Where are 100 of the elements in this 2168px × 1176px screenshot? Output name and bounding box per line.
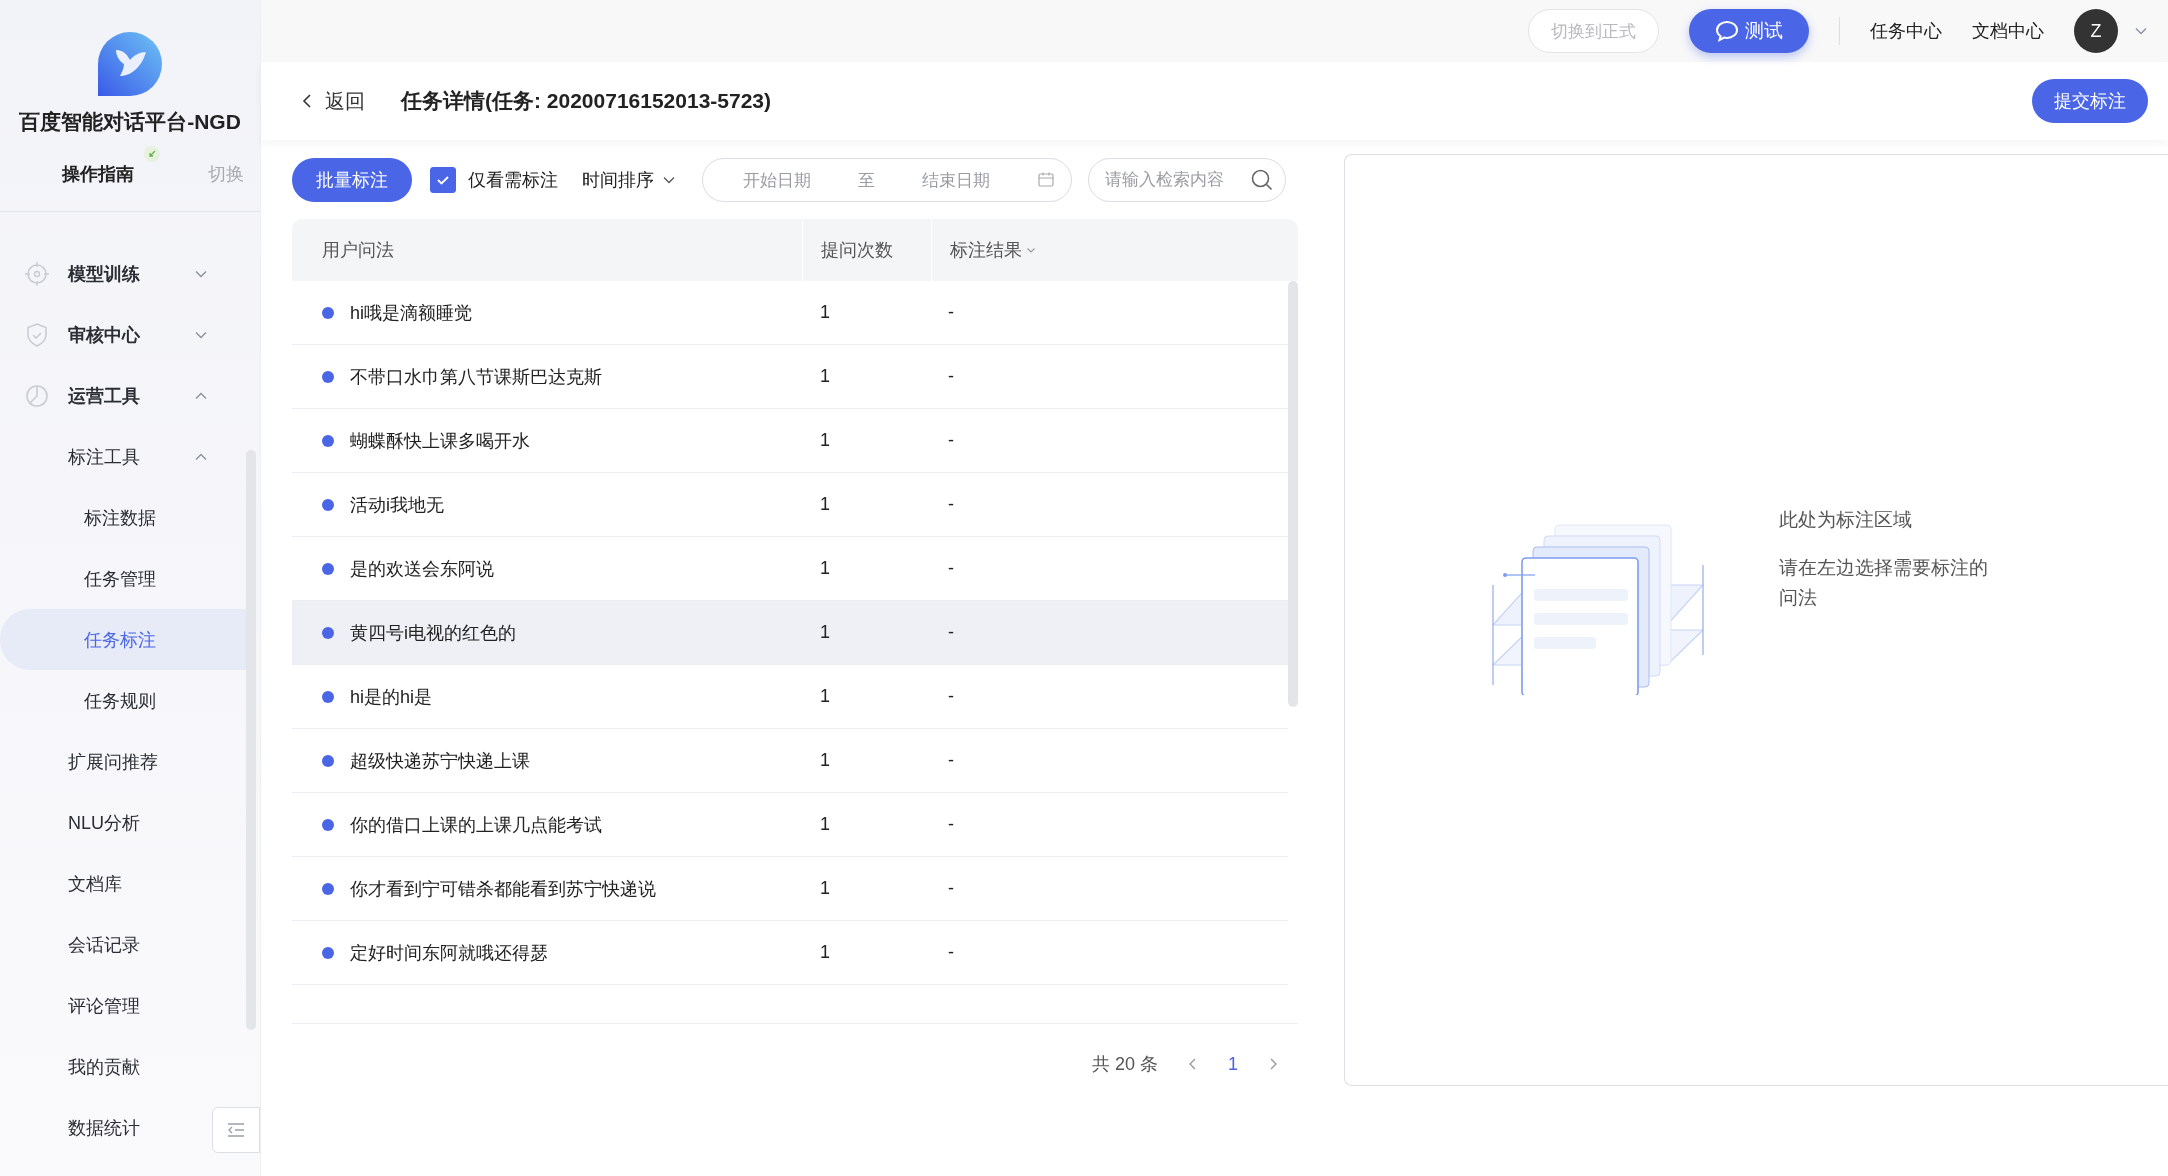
sidebar-item[interactable]: 文档库 (0, 853, 212, 914)
table-row[interactable]: 蝴蝶酥快上课多喝开水 1 - (292, 409, 1288, 473)
status-dot (322, 562, 334, 575)
nav-link[interactable]: 任务中心 (1870, 19, 1942, 43)
total-count: 共 20 条 (1091, 1053, 1158, 1076)
table-cell-text: 黄四号i电视的红色的 (350, 621, 516, 645)
table-cell: 1 (820, 558, 830, 579)
table-cell: 1 (820, 302, 830, 323)
table-cell: 1 (820, 878, 830, 899)
status-dot (322, 946, 334, 959)
table-cell-text: 你才看到宁可错杀都能看到苏宁快递说 (350, 877, 656, 901)
scrollbar[interactable] (1288, 281, 1298, 707)
table-cell: 1 (820, 750, 830, 771)
platform-name: 百度智能对话平台-NGD (19, 109, 241, 135)
filter-checkbox[interactable]: 仅看需标注 (430, 167, 558, 193)
chat-bubble-icon (1715, 20, 1739, 42)
table-cell: - (948, 686, 954, 707)
filter-caret-icon (1026, 245, 1036, 255)
table-cell-text: 你的借口上课的上课几点能考试 (350, 813, 602, 837)
panel-hint: 请在左边选择需要标注的问法 (1779, 556, 1989, 610)
table-row[interactable]: 你才看到宁可错杀都能看到苏宁快递说 1 - (292, 857, 1288, 921)
table-cell-text: 活动i我地无 (350, 493, 444, 517)
checkbox[interactable] (430, 167, 456, 193)
table-cell: - (948, 814, 954, 835)
submit-button[interactable]: 提交标注 (2032, 79, 2148, 123)
test-button[interactable]: 测试 (1689, 9, 1809, 53)
table-cell: - (948, 558, 954, 579)
column-header: 用户问法 (292, 219, 803, 281)
table-row[interactable]: 活动i我地无 1 - (292, 473, 1288, 537)
nav-link[interactable]: 文档中心 (1972, 19, 2044, 43)
column-header[interactable]: 标注结果 (932, 219, 1298, 281)
table-row[interactable]: hi哦是滴额睡觉 1 - (292, 281, 1288, 345)
table-cell-text: 是的欢送会东阿说 (350, 557, 494, 581)
table-row[interactable]: 黄四号i电视的红色的 1 - (292, 601, 1288, 665)
calendar-icon (1037, 171, 1055, 189)
sidebar-item[interactable]: 任务管理 (0, 548, 212, 609)
table-cell-text: hi是的hi是 (350, 685, 433, 709)
status-dot (322, 626, 334, 639)
status-dot (322, 370, 334, 383)
table-row[interactable]: 定好时间东阿就哦还得瑟 1 - (292, 921, 1288, 985)
table-cell: 1 (820, 942, 830, 963)
collapse-button[interactable] (212, 1107, 260, 1153)
status-dot (322, 498, 334, 511)
status-dot (322, 434, 334, 447)
logo-icon (98, 32, 162, 96)
table-cell: - (948, 622, 954, 643)
table-cell: - (948, 942, 954, 963)
sidebar-item[interactable]: 会话记录 (0, 914, 212, 975)
sidebar-item[interactable]: 运营工具 (0, 365, 212, 426)
column-header: 提问次数 (803, 219, 932, 281)
status-dot (322, 754, 334, 767)
page-title: 任务详情(任务: 20200716152013-5723) (401, 88, 772, 114)
search-icon (1250, 168, 1274, 192)
shield-icon (24, 321, 50, 348)
back-link[interactable]: 返回 (301, 87, 365, 115)
table-cell: - (948, 750, 954, 771)
table-cell-text: 超级快递苏宁快递上课 (350, 749, 530, 773)
sidebar-item[interactable]: 任务标注 (0, 609, 248, 670)
sidebar-item[interactable]: 数据统计 (0, 1097, 212, 1158)
pie-chart-icon (24, 382, 50, 409)
table-cell: - (948, 302, 954, 323)
table-cell: 1 (820, 814, 830, 835)
table-row[interactable]: hi是的hi是 1 - (292, 665, 1288, 729)
search-field[interactable]: 请输入检索内容 (1088, 158, 1286, 202)
sidebar-item[interactable]: 标注工具 (0, 426, 212, 487)
avatar[interactable]: Z (2074, 9, 2118, 53)
table-row[interactable]: 不带口水巾第八节课斯巴达克斯 1 - (292, 345, 1288, 409)
sidebar-item[interactable]: 任务规则 (0, 670, 212, 731)
status-dot (322, 306, 334, 319)
table-row[interactable]: 超级快递苏宁快递上课 1 - (292, 729, 1288, 793)
sidebar-item[interactable]: NLU分析 (0, 792, 212, 853)
table-cell: 1 (820, 366, 830, 387)
table-cell: 1 (820, 430, 830, 451)
table-cell: 1 (820, 494, 830, 515)
table-cell: - (948, 494, 954, 515)
sort-dropdown[interactable]: 时间排序 (582, 168, 676, 192)
table-cell: - (948, 366, 954, 387)
sidebar-item[interactable]: 标注数据 (0, 487, 212, 548)
table-cell-text: 不带口水巾第八节课斯巴达克斯 (350, 365, 602, 389)
table-cell: 1 (820, 622, 830, 643)
sidebar-item[interactable]: 审核中心 (0, 304, 212, 365)
collapse-icon (226, 1122, 246, 1138)
table-cell-text: 定好时间东阿就哦还得瑟 (350, 941, 548, 965)
guide-link[interactable]: 操作指南 (62, 162, 134, 186)
batch-button[interactable]: 批量标注 (292, 158, 412, 202)
table-cell: 1 (820, 686, 830, 707)
target-icon (24, 260, 50, 287)
table-cell: - (948, 878, 954, 899)
status-dot (322, 882, 334, 895)
table-row[interactable]: 你的借口上课的上课几点能考试 1 - (292, 793, 1288, 857)
sidebar-item[interactable]: 扩展问推荐 (0, 731, 212, 792)
back-icon (301, 93, 313, 109)
table-cell-text: 蝴蝶酥快上课多喝开水 (350, 429, 530, 453)
sidebar-item[interactable]: 模型训练 (0, 243, 212, 304)
status-dot (322, 818, 334, 831)
page-link[interactable]: 1 (1228, 1053, 1238, 1075)
panel-title: 此处为标注区域 (1779, 508, 1913, 532)
sidebar-item[interactable]: 评论管理 (0, 975, 212, 1036)
sidebar-item[interactable]: 我的贡献 (0, 1036, 212, 1097)
table-cell-text: hi哦是滴额睡觉 (350, 301, 472, 325)
